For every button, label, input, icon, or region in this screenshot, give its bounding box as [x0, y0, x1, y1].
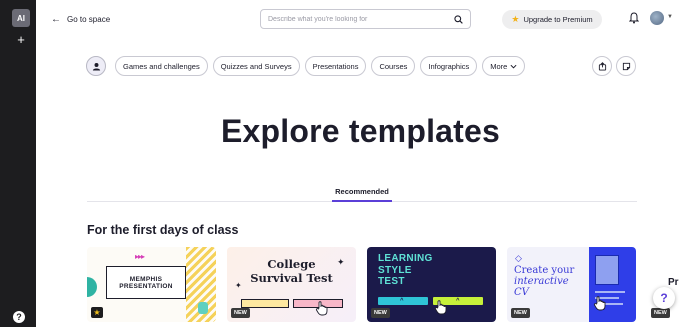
- upgrade-to-premium-button[interactable]: ★ Upgrade to Premium: [502, 10, 602, 29]
- hand-cursor-icon: [434, 300, 447, 315]
- tab-recommended[interactable]: Recommended: [332, 187, 392, 196]
- user-icon: [92, 62, 100, 71]
- new-badge: NEW: [651, 308, 670, 318]
- star-icon: ★: [511, 14, 520, 24]
- chip-quizzes-and-surveys[interactable]: Quizzes and Surveys: [212, 56, 300, 76]
- new-badge: NEW: [231, 308, 250, 318]
- category-filters: Games and challenges Quizzes and Surveys…: [86, 55, 526, 77]
- avatar[interactable]: [650, 11, 664, 25]
- cv-photo-placeholder: [595, 255, 619, 285]
- card-title-line: STYLE: [378, 264, 412, 276]
- go-to-space-link[interactable]: ← Go to space: [51, 12, 110, 26]
- new-badge: NEW: [371, 308, 390, 318]
- template-card-interactive-cv[interactable]: ◇ Create your interactive CV NEW: [507, 247, 636, 322]
- template-card-partial[interactable]: Pr NEW: [647, 247, 685, 322]
- new-blank-button[interactable]: [616, 56, 636, 76]
- go-to-space-label: Go to space: [67, 14, 111, 24]
- chevron-down-icon: [510, 64, 517, 69]
- card-title-line: PRESENTATION: [119, 282, 173, 290]
- help-icon[interactable]: ?: [13, 311, 25, 323]
- search-icon[interactable]: [454, 15, 463, 24]
- template-card-learning-style-test[interactable]: LEARNING STYLE TEST ^ ^ NEW: [367, 247, 496, 322]
- card-title-line: MEMPHIS: [129, 275, 163, 283]
- cv-text-line: [595, 291, 625, 293]
- chip-presentations[interactable]: Presentations: [304, 56, 367, 76]
- pushpin-icon: ◇: [515, 253, 522, 263]
- chevron-down-icon[interactable]: ▼: [667, 14, 673, 20]
- decorative-shape: [87, 277, 97, 297]
- app-logo[interactable]: AI: [12, 9, 30, 27]
- upload-icon: [598, 61, 606, 71]
- answer-bar: [241, 299, 289, 308]
- chip-infographics[interactable]: Infographics: [420, 56, 478, 76]
- page-title: Explore templates: [220, 113, 501, 149]
- sparkle-icon: ✦: [235, 281, 242, 290]
- template-card-memphis-presentation[interactable]: ▸▸▸ MEMPHIS PRESENTATION ★: [87, 247, 216, 322]
- note-icon: [622, 62, 630, 70]
- help-button[interactable]: ?: [653, 287, 675, 309]
- card-title-line: CV: [514, 287, 529, 298]
- card-thumbnail-title: MEMPHIS PRESENTATION: [106, 266, 186, 299]
- chip-games-and-challenges[interactable]: Games and challenges: [115, 56, 208, 76]
- more-label: More: [490, 61, 508, 71]
- card-thumbnail-title: LEARNING STYLE TEST: [378, 253, 433, 288]
- template-card-college-survival-test[interactable]: College Survival Test ✦ ✦ NEW: [227, 247, 356, 322]
- my-templates-button[interactable]: [86, 56, 106, 76]
- tab-active-indicator: [332, 200, 392, 202]
- card-title-line: Create your: [514, 265, 575, 276]
- sparkle-icon: ✦: [337, 257, 345, 267]
- bell-icon[interactable]: [629, 12, 639, 24]
- upload-button[interactable]: [592, 56, 612, 76]
- add-icon[interactable]: +: [12, 33, 30, 47]
- card-title-line: Survival Test: [250, 271, 333, 285]
- decorative-shape: [198, 302, 208, 314]
- top-bar: ← Go to space ★ Upgrade to Premium ▼: [36, 0, 685, 38]
- card-thumbnail-title: Create your interactive CV: [514, 265, 574, 298]
- search-input[interactable]: [268, 15, 448, 23]
- search-box[interactable]: [260, 9, 471, 29]
- hand-cursor-icon: [315, 301, 328, 316]
- arrow-left-icon: ←: [51, 13, 61, 25]
- card-title-line: TEST: [378, 276, 405, 287]
- left-rail: AI + ?: [0, 0, 36, 327]
- chevron-up-icon: ^: [456, 298, 460, 304]
- premium-star-icon: ★: [91, 307, 103, 318]
- upgrade-label: Upgrade to Premium: [523, 15, 593, 24]
- new-badge: NEW: [511, 308, 530, 318]
- tab-bar: Recommended: [87, 184, 637, 202]
- card-title-line: interactive: [514, 276, 569, 287]
- chevron-up-icon: ^: [400, 298, 404, 304]
- chip-courses[interactable]: Courses: [371, 56, 416, 76]
- section-title: For the first days of class: [87, 223, 239, 237]
- card-title-line: LEARNING: [378, 253, 433, 264]
- arrow-decoration-icon: ▸▸▸: [135, 252, 145, 261]
- chip-more[interactable]: More: [482, 56, 526, 76]
- card-thumbnail-title: Pr: [668, 277, 679, 288]
- hand-cursor-icon: [593, 296, 606, 311]
